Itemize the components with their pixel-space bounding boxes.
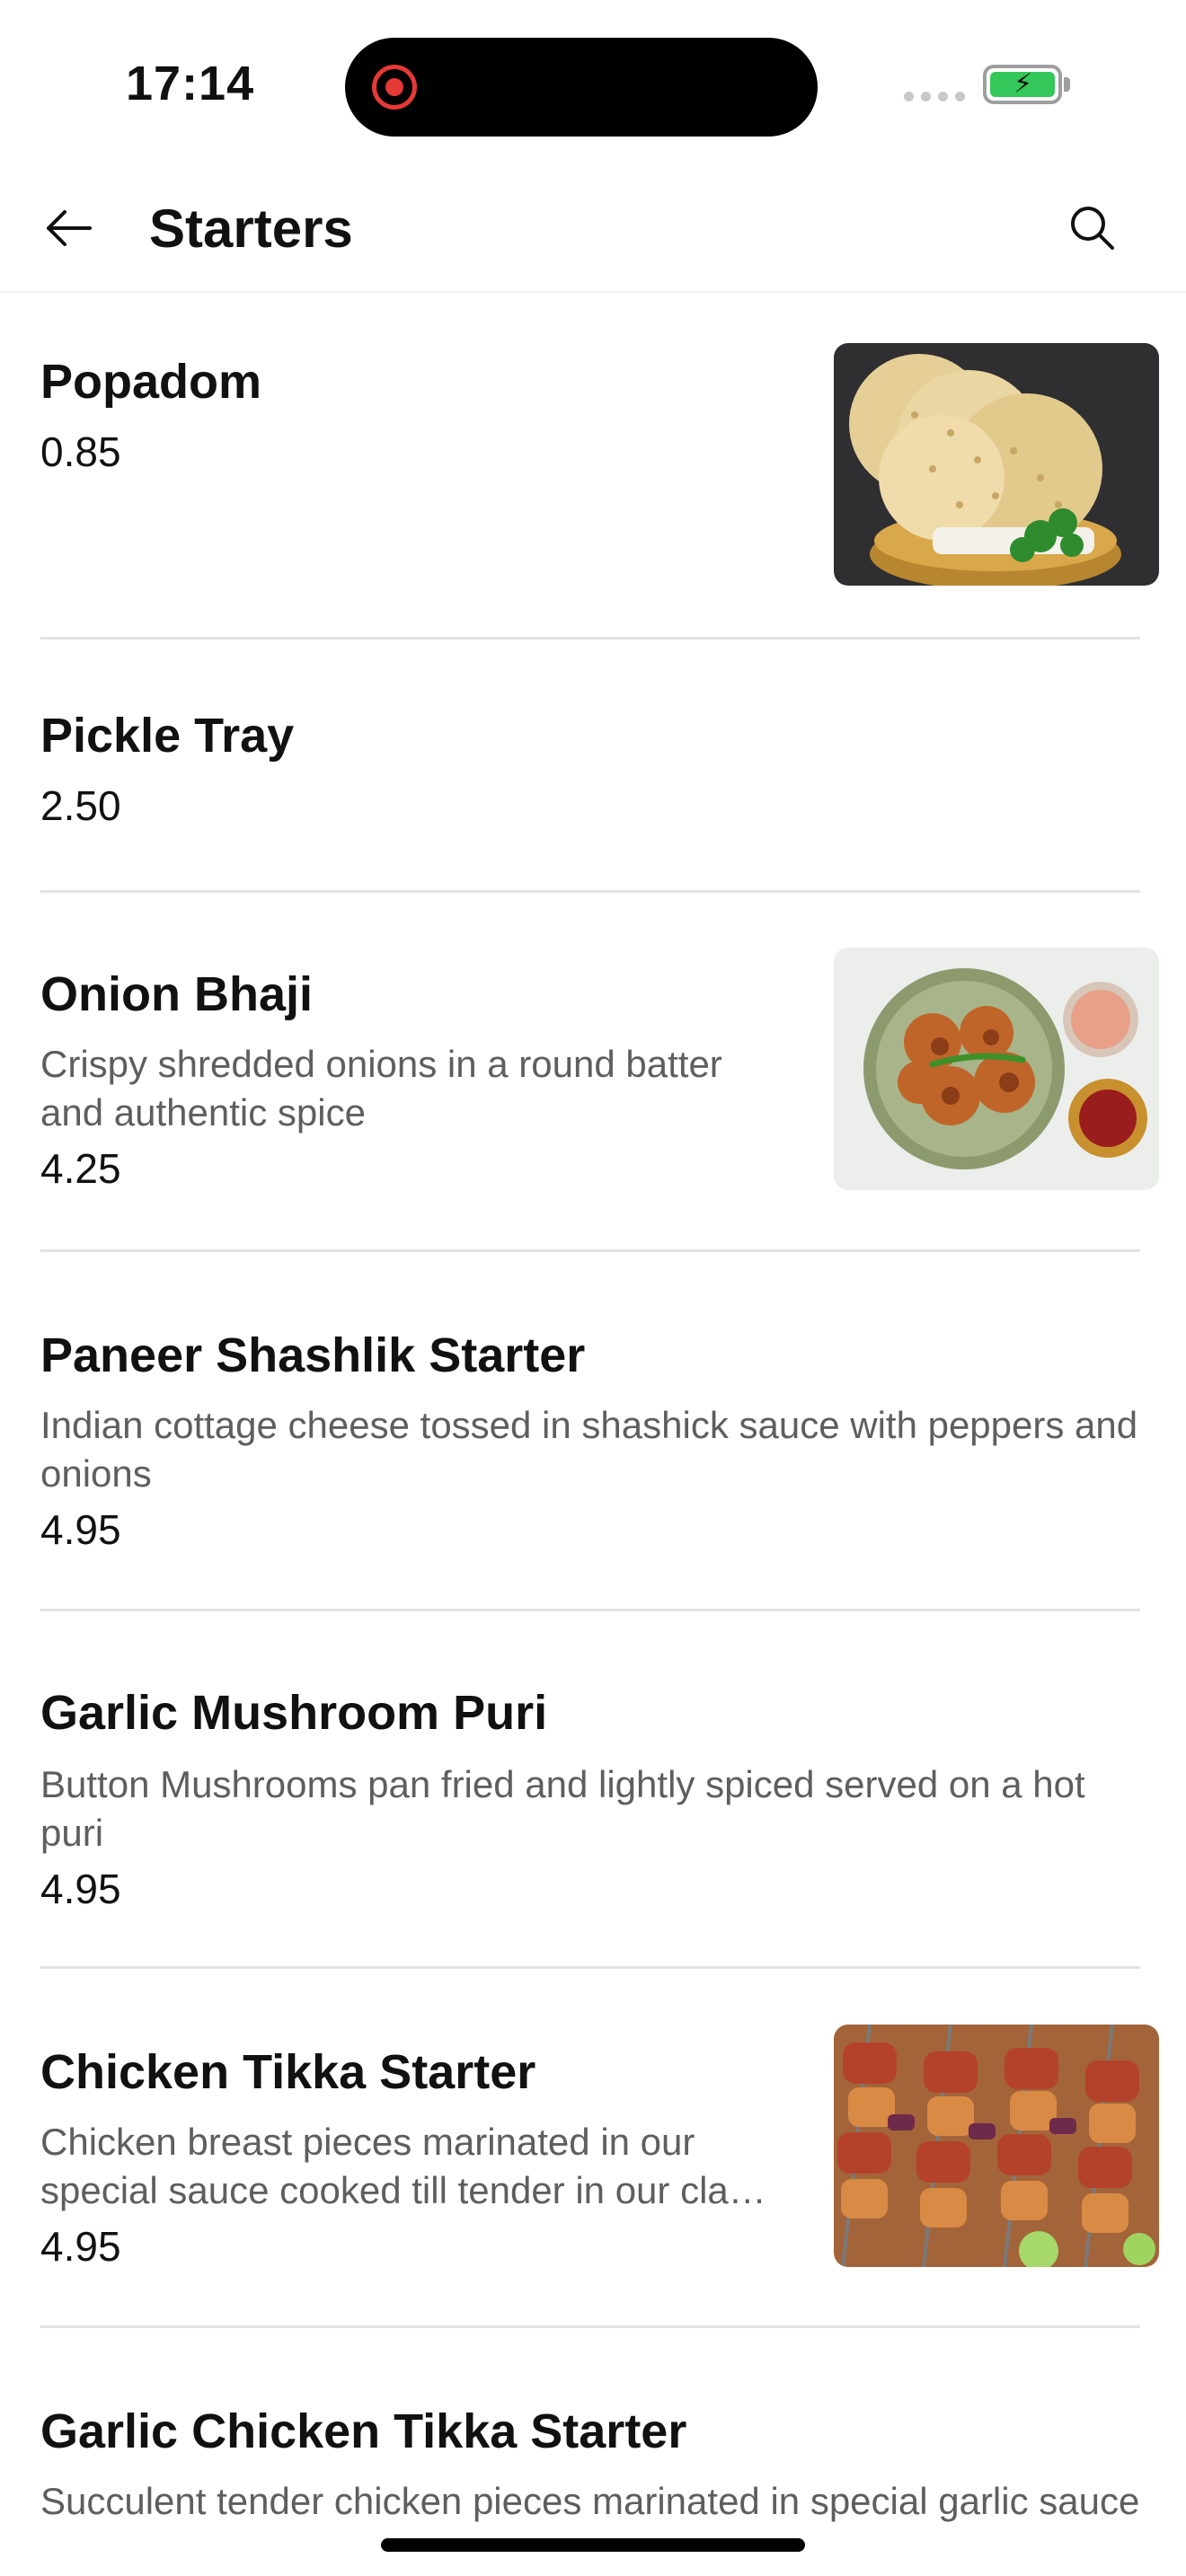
item-name: Popadom <box>40 355 262 409</box>
item-price: 4.25 <box>40 1145 121 1192</box>
item-name: Pickle Tray <box>40 709 295 763</box>
item-price: 4.95 <box>40 1866 121 1912</box>
arrow-left-icon <box>47 210 92 246</box>
status-time: 17:14 <box>126 57 255 110</box>
item-description: Indian cottage cheese tossed in shashick… <box>40 1404 1138 1495</box>
charging-bolt-icon: ⚡ <box>1013 69 1033 99</box>
item-price: 0.85 <box>40 428 121 475</box>
item-description: Chicken breast pieces marinated in our s… <box>40 2121 766 2211</box>
home-indicator[interactable] <box>381 2538 805 2552</box>
cellular-signal-icon <box>904 92 965 101</box>
battery-icon: ⚡ <box>983 65 1062 104</box>
search-icon <box>1071 207 1114 250</box>
chicken-tikka-image[interactable] <box>834 2025 1159 2267</box>
dynamic-island <box>345 38 818 137</box>
item-description: Crispy shredded onions in a round batter… <box>40 1043 722 1134</box>
item-description: Succulent tender chicken pieces marinate… <box>40 2480 1140 2522</box>
app-header: Starters <box>0 162 1186 293</box>
item-price: 4.95 <box>40 1506 121 1553</box>
battery-cap <box>1064 77 1070 92</box>
item-price: 4.95 <box>40 2223 121 2270</box>
item-price: 2.50 <box>40 782 121 829</box>
search-button[interactable] <box>1060 196 1125 260</box>
item-name: Chicken Tikka Starter <box>40 2045 536 2099</box>
menu-item-onion-bhaji[interactable]: Onion Bhaji Crispy shredded onions in a … <box>0 893 1186 1252</box>
item-name: Paneer Shashlik Starter <box>40 1328 586 1382</box>
menu-item-chicken-tikka-starter[interactable]: Chicken Tikka Starter Chicken breast pie… <box>0 1969 1186 2328</box>
menu-item-paneer-shashlik-starter[interactable]: Paneer Shashlik Starter Indian cottage c… <box>0 1252 1186 1611</box>
menu-item-pickle-tray[interactable]: Pickle Tray 2.50 <box>0 640 1186 893</box>
item-name: Garlic Mushroom Puri <box>40 1686 548 1740</box>
page-title: Starters <box>149 198 353 259</box>
menu-item-garlic-mushroom-puri[interactable]: Garlic Mushroom Puri Button Mushrooms pa… <box>0 1611 1186 1969</box>
screen: 17:14 ⚡ Starters Popadom 0.85 Pickle Tra… <box>0 0 1186 2576</box>
item-name: Onion Bhaji <box>40 967 313 1021</box>
menu-list: Popadom 0.85 Pickle Tray 2.50 Onion Bhaj… <box>0 293 1186 2576</box>
onion-bhaji-image[interactable] <box>834 948 1159 1190</box>
popadom-image[interactable] <box>834 343 1159 586</box>
menu-item-popadom[interactable]: Popadom 0.85 <box>0 293 1186 640</box>
status-bar: 17:14 ⚡ <box>0 0 1186 162</box>
item-description: Button Mushrooms pan fried and lightly s… <box>40 1763 1085 1854</box>
item-name: Garlic Chicken Tikka Starter <box>40 2404 687 2458</box>
recording-indicator-icon <box>372 65 417 110</box>
back-button[interactable] <box>36 196 101 260</box>
